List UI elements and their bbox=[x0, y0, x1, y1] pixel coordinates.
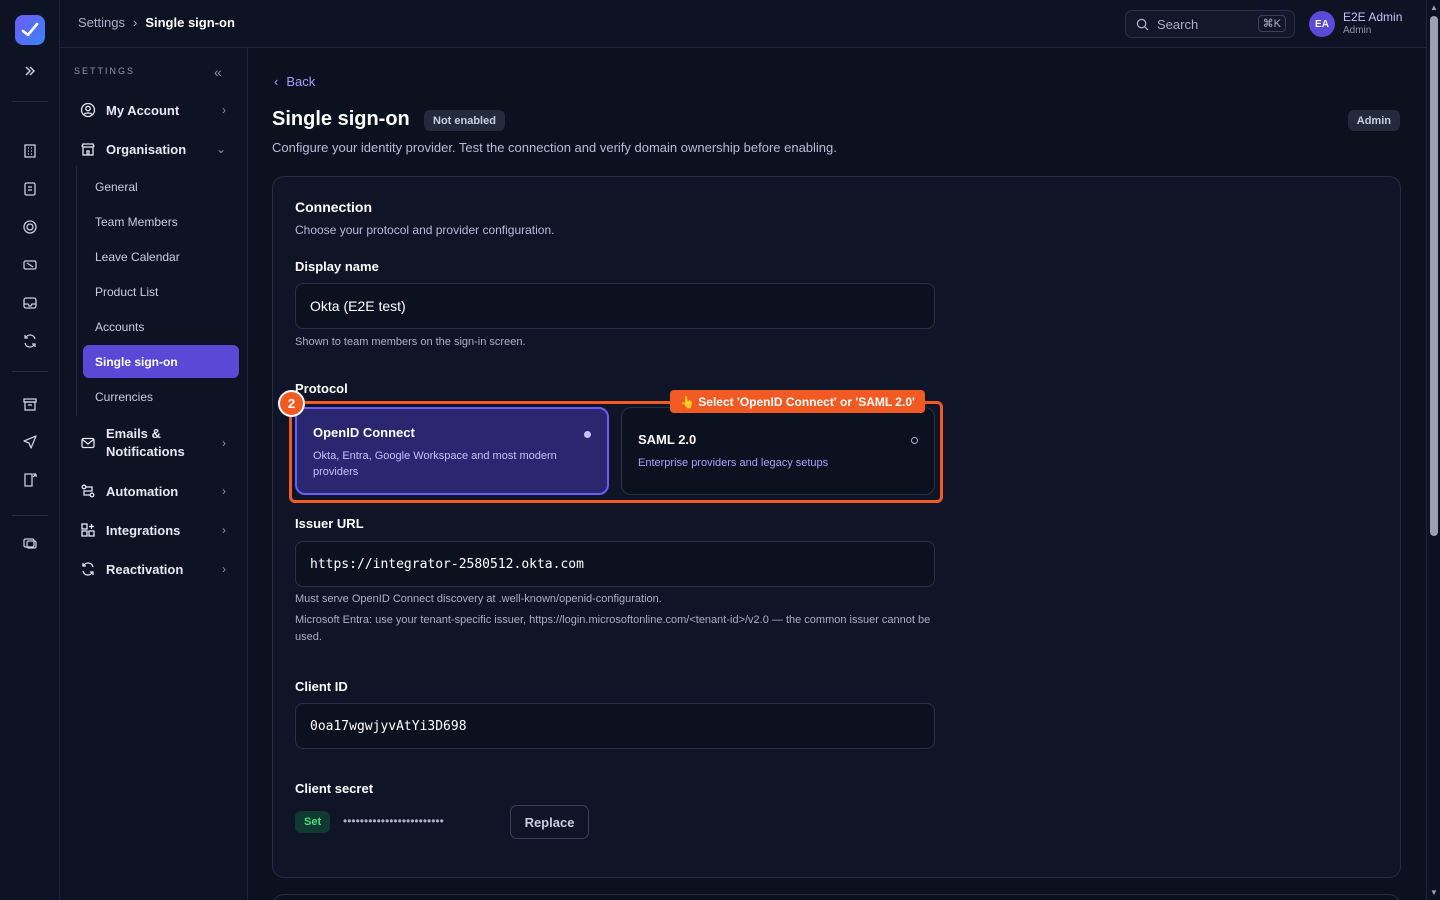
sidebar-item-label: Organisation bbox=[106, 141, 187, 157]
sidebar-item-label: Emails & Notifications bbox=[106, 426, 185, 459]
protocol-label: Protocol bbox=[295, 381, 348, 396]
chevron-right-icon: › bbox=[222, 562, 226, 576]
sidebar-subitem-currencies[interactable]: Currencies bbox=[83, 380, 239, 413]
search-shortcut: ⌘K bbox=[1257, 15, 1286, 32]
sidebar-item-label: My Account bbox=[106, 102, 180, 118]
status-badge: Not enabled bbox=[424, 110, 505, 131]
ticket-icon[interactable] bbox=[18, 253, 42, 277]
next-card bbox=[272, 894, 1401, 900]
annotation-step-badge: 2 bbox=[278, 390, 305, 417]
chevron-right-icon: › bbox=[222, 484, 226, 498]
display-name-label: Display name bbox=[295, 259, 379, 274]
sidebar-item-integrations[interactable]: Integrations › bbox=[70, 515, 240, 545]
search-label: Search bbox=[1157, 16, 1199, 32]
breadcrumb-separator: › bbox=[132, 15, 138, 30]
sidebar-subitem-team-members[interactable]: Team Members bbox=[83, 205, 239, 238]
sidebar-subitem-single-sign-on[interactable]: Single sign-on bbox=[83, 345, 239, 378]
rail-divider bbox=[12, 101, 48, 102]
issuer-url-help-entra: Microsoft Entra: use your tenant-specifi… bbox=[295, 614, 931, 643]
search-button[interactable]: Search ⌘K bbox=[1125, 10, 1295, 38]
annotation-tooltip: 👆 Select 'OpenID Connect' or 'SAML 2.0' bbox=[670, 390, 925, 413]
breadcrumb-settings[interactable]: Settings bbox=[78, 15, 125, 30]
avatar[interactable]: EA bbox=[1309, 11, 1335, 37]
refresh-icon bbox=[80, 561, 96, 577]
chevron-down-icon: ⌄ bbox=[215, 142, 226, 156]
top-bar: Settings › Single sign-on Search ⌘K EA E… bbox=[60, 0, 1426, 48]
send-icon[interactable] bbox=[18, 430, 42, 454]
rail-divider bbox=[12, 371, 48, 372]
settings-sidebar: SETTINGS « My Account › Organisation ⌄ G… bbox=[60, 48, 248, 900]
user-name: E2E Admin bbox=[1343, 10, 1403, 24]
chevron-right-icon: › bbox=[222, 103, 226, 117]
chevron-right-icon: › bbox=[222, 523, 226, 537]
sidebar-subitem-leave-calendar[interactable]: Leave Calendar bbox=[83, 240, 239, 273]
building-icon bbox=[80, 141, 96, 157]
archive-icon[interactable] bbox=[18, 392, 42, 416]
sidebar-item-label: Automation bbox=[106, 483, 179, 499]
sidebar-item-label: Integrations bbox=[106, 522, 181, 538]
card-title: Connection bbox=[295, 199, 372, 215]
secret-set-badge: Set bbox=[295, 811, 331, 833]
collapse-sidebar-icon[interactable]: « bbox=[214, 64, 222, 80]
issuer-url-help: Must serve OpenID Connect discovery at .… bbox=[295, 593, 662, 605]
sidebar-item-my-account[interactable]: My Account › bbox=[70, 95, 240, 125]
rail-divider bbox=[12, 515, 48, 516]
scroll-down-icon[interactable]: ▼ bbox=[1430, 888, 1438, 897]
secret-mask: •••••••••••••••••••••••• bbox=[343, 814, 444, 828]
card-subtitle: Choose your protocol and provider config… bbox=[295, 223, 555, 237]
main-content: ‹ Back Single sign-on Not enabled Admin … bbox=[248, 48, 1426, 900]
back-link[interactable]: ‹ Back bbox=[274, 74, 315, 89]
breadcrumb: Settings › Single sign-on bbox=[78, 15, 235, 30]
expand-icon[interactable] bbox=[18, 59, 42, 83]
refresh-icon[interactable] bbox=[18, 329, 42, 353]
issuer-url-input[interactable]: https://integrator-2580512.okta.com bbox=[295, 541, 935, 587]
sidebar-subitem-accounts[interactable]: Accounts bbox=[83, 310, 239, 343]
clipboard-icon[interactable] bbox=[18, 177, 42, 201]
document-export-icon[interactable] bbox=[18, 468, 42, 492]
scrollbar-thumb[interactable] bbox=[1430, 16, 1438, 536]
cards-icon[interactable] bbox=[18, 531, 42, 555]
sidebar-item-organisation[interactable]: Organisation ⌄ bbox=[70, 134, 240, 164]
submenu-line bbox=[76, 166, 77, 416]
back-label: Back bbox=[286, 74, 316, 89]
grid-plus-icon bbox=[80, 522, 96, 538]
inbox-icon[interactable] bbox=[18, 291, 42, 315]
sidebar-item-emails-notifications[interactable]: Emails & Notifications › bbox=[70, 423, 240, 463]
app-logo-icon[interactable] bbox=[15, 15, 45, 45]
page-title: Single sign-on bbox=[272, 108, 410, 130]
target-icon[interactable] bbox=[18, 215, 42, 239]
mail-icon bbox=[80, 435, 96, 451]
search-icon bbox=[1136, 18, 1149, 31]
workflow-icon bbox=[80, 483, 96, 499]
sidebar-item-label: Reactivation bbox=[106, 561, 184, 577]
sidebar-item-automation[interactable]: Automation › bbox=[70, 476, 240, 506]
user-circle-icon bbox=[80, 102, 96, 118]
sidebar-item-reactivation[interactable]: Reactivation › bbox=[70, 554, 240, 584]
role-badge: Admin bbox=[1347, 110, 1400, 131]
building-icon[interactable] bbox=[18, 139, 42, 163]
scroll-up-icon[interactable]: ▲ bbox=[1430, 3, 1438, 12]
user-role: Admin bbox=[1343, 25, 1372, 36]
user-menu[interactable]: E2E Admin Admin bbox=[1343, 10, 1402, 36]
chevron-right-icon: › bbox=[222, 436, 226, 450]
connection-card: Connection Choose your protocol and prov… bbox=[272, 176, 1401, 878]
sidebar-subitem-general[interactable]: General bbox=[83, 170, 239, 203]
annotation-highlight-box bbox=[289, 401, 943, 503]
display-name-input[interactable]: Okta (E2E test) bbox=[295, 283, 935, 329]
client-secret-label: Client secret bbox=[295, 781, 374, 796]
chevron-left-icon: ‹ bbox=[274, 74, 279, 89]
client-id-label: Client ID bbox=[295, 679, 348, 694]
scrollbar[interactable]: ▲ ▼ bbox=[1426, 0, 1440, 900]
breadcrumb-current: Single sign-on bbox=[145, 15, 235, 30]
sidebar-subitem-product-list[interactable]: Product List bbox=[83, 275, 239, 308]
client-id-input[interactable]: 0oa17wgwjyvAtYi3D698 bbox=[295, 703, 935, 749]
page-description: Configure your identity provider. Test t… bbox=[272, 140, 837, 155]
display-name-help: Shown to team members on the sign-in scr… bbox=[295, 336, 526, 348]
sidebar-header: SETTINGS bbox=[74, 66, 136, 76]
icon-rail bbox=[0, 0, 60, 900]
issuer-url-label: Issuer URL bbox=[295, 516, 364, 531]
replace-secret-button[interactable]: Replace bbox=[510, 805, 589, 839]
